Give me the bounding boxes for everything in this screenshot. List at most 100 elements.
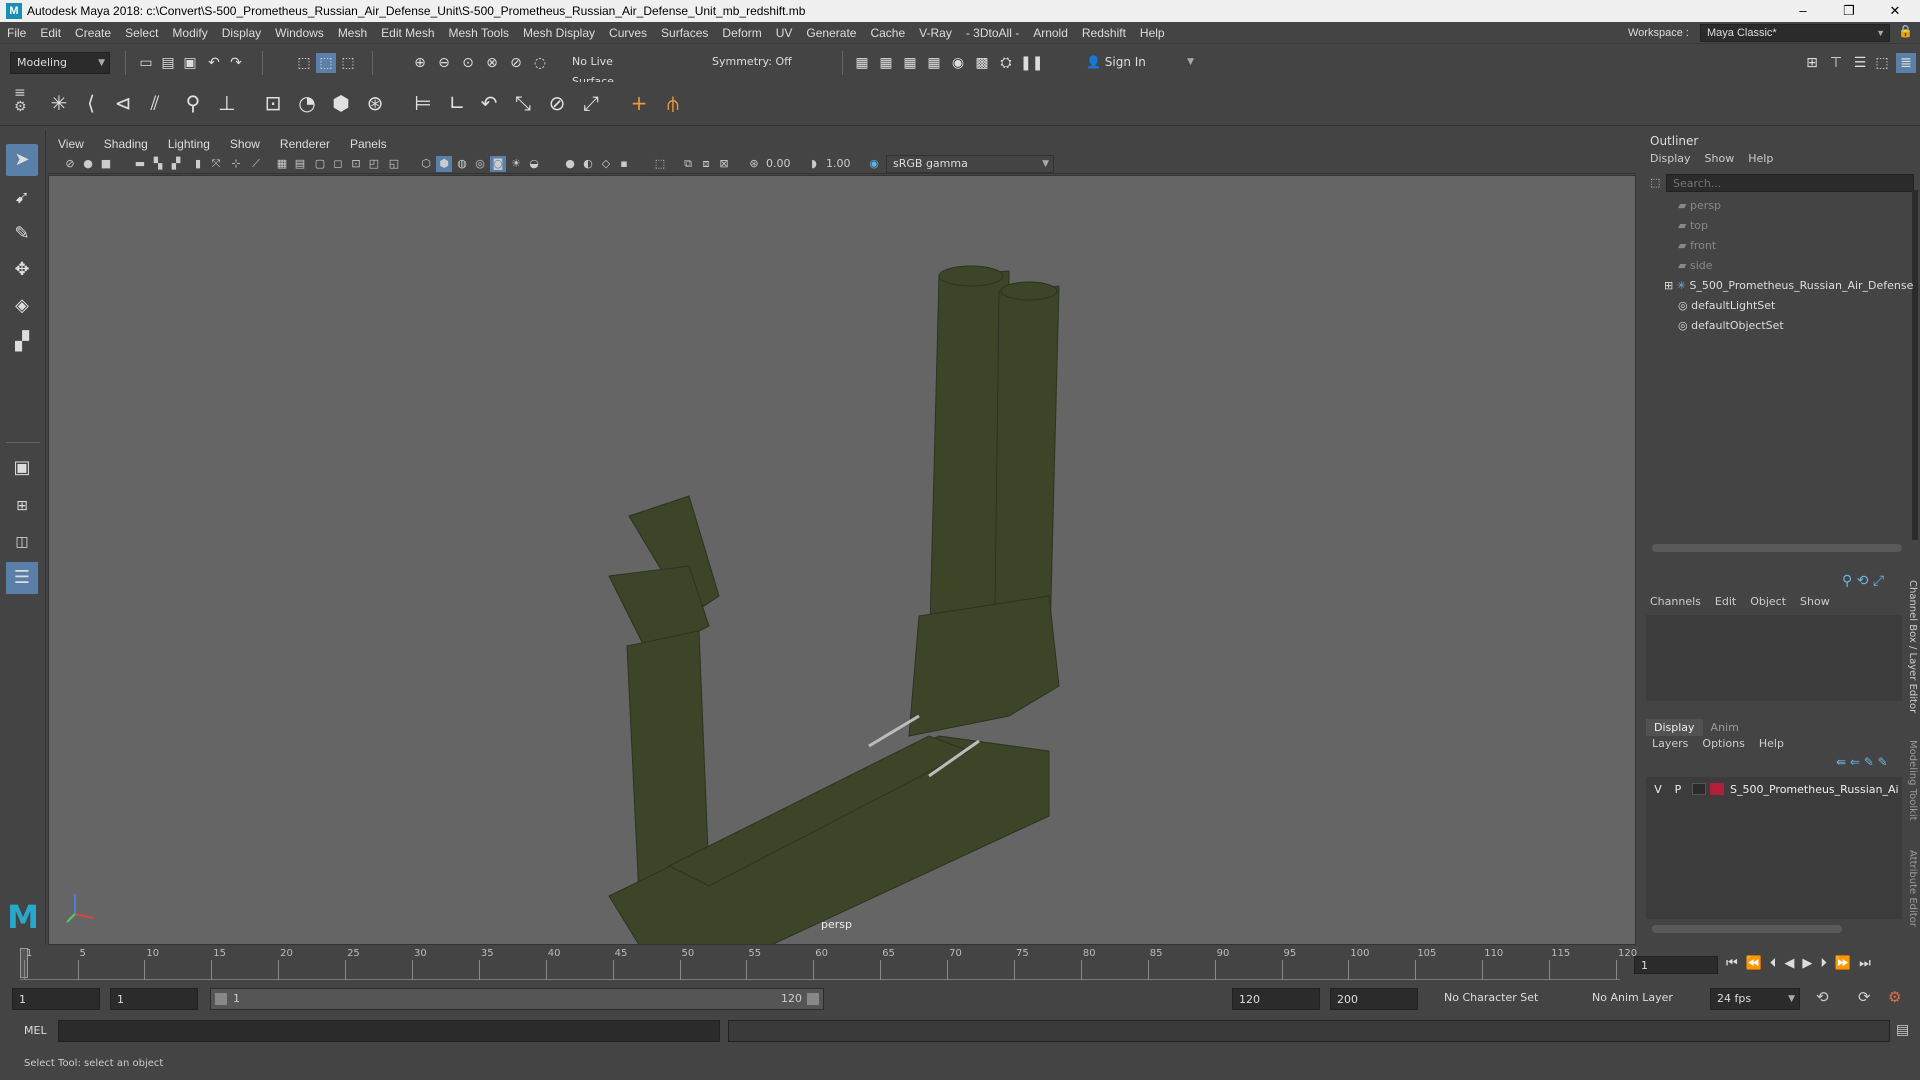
panel-menu-panels[interactable]: Panels <box>340 134 397 154</box>
menu-surfaces[interactable]: Surfaces <box>654 22 715 44</box>
step-forward-frame-icon[interactable]: ⏵ <box>1820 956 1827 971</box>
four-pane-icon[interactable]: ⊞ <box>6 490 38 522</box>
menu-deform[interactable]: Deform <box>715 22 768 44</box>
step-back-key-icon[interactable]: ⏪ <box>1746 956 1762 971</box>
outliner-item-side[interactable]: ▰ side <box>1678 256 1713 276</box>
paint-weights-icon[interactable]: ◔ <box>292 88 322 118</box>
channel-box-icon[interactable]: ≣ <box>1896 53 1916 73</box>
hik-icon[interactable]: ⊥ <box>212 88 242 118</box>
snap-pivot-icon[interactable]: ◌ <box>530 53 550 73</box>
camera-attributes-icon[interactable]: ● <box>80 156 96 172</box>
layer-hscrollbar[interactable] <box>1652 925 1842 933</box>
sign-in-dropdown[interactable]: 👤 Sign In ▼ <box>1080 52 1198 74</box>
filter-icon[interactable]: ⬚ <box>1650 176 1660 189</box>
command-input[interactable] <box>58 1020 720 1042</box>
range-end-handle[interactable] <box>807 993 819 1005</box>
snap-point-icon[interactable]: ⊙ <box>458 53 478 73</box>
go-to-start-icon[interactable]: ⏮ <box>1726 956 1738 971</box>
outliner-scrollbar[interactable] <box>1912 190 1918 540</box>
save-scene-icon[interactable]: ▣ <box>180 53 200 73</box>
menu-mesh[interactable]: Mesh <box>331 22 374 44</box>
remove-attr-icon[interactable]: ⫛ <box>658 88 688 118</box>
gate-mask-icon[interactable]: ⟋ <box>248 156 264 172</box>
constraint-point-icon[interactable]: ∟ <box>442 88 472 118</box>
range-start-handle[interactable] <box>215 993 227 1005</box>
character-set-dropdown[interactable]: No Character Set <box>1438 988 1578 1010</box>
gamma-field[interactable]: 1.00 <box>826 157 862 170</box>
render-settings-icon[interactable]: ▦ <box>924 53 944 73</box>
skeleton-icon[interactable]: ⚲ <box>178 88 208 118</box>
minimize-button[interactable]: – <box>1780 0 1826 22</box>
wireframe-icon[interactable]: ▦ <box>274 156 290 172</box>
paint-select-icon[interactable]: ✎ <box>6 218 38 250</box>
symmetry-dropdown[interactable]: Symmetry: Off <box>706 52 806 74</box>
menu-curves[interactable]: Curves <box>602 22 654 44</box>
outliner-item-top[interactable]: ▰ top <box>1678 216 1708 236</box>
outliner-item-defaultlightset[interactable]: ◎ defaultLightSet <box>1678 296 1775 316</box>
color-management-icon[interactable]: ◉ <box>866 156 882 172</box>
step-forward-key-icon[interactable]: ⏩ <box>1835 956 1851 971</box>
scale-tool-icon[interactable]: ▞ <box>6 326 38 358</box>
constraint-pole-icon[interactable]: ⤢ <box>576 88 606 118</box>
current-frame-field[interactable] <box>1634 956 1718 974</box>
expand-icon[interactable]: ⊞ <box>1664 279 1677 292</box>
exposure-field[interactable]: 0.00 <box>766 157 802 170</box>
outliner-menu-show[interactable]: Show <box>1705 152 1735 165</box>
snap-view-icon[interactable]: ⊗ <box>482 53 502 73</box>
color-space-dropdown[interactable]: sRGB gamma ▼ <box>886 155 1054 173</box>
shelf-menu-icon[interactable]: ≡ ⚙ <box>14 86 27 114</box>
panel-menu-shading[interactable]: Shading <box>94 134 158 154</box>
isolate-select-icon[interactable]: ◇ <box>598 156 614 172</box>
bookmark-icon[interactable]: ■ <box>98 156 114 172</box>
menu-vray[interactable]: V-Ray <box>912 22 959 44</box>
menu-3dtoall[interactable]: - 3DtoAll - <box>959 22 1026 44</box>
menuset-dropdown[interactable]: Modeling ▼ <box>10 52 110 74</box>
snap-curve-icon[interactable]: ⊖ <box>434 53 454 73</box>
menu-display[interactable]: Display <box>215 22 268 44</box>
lattice-icon[interactable]: ⬢ <box>326 88 356 118</box>
render-setup-icon[interactable]: ⛭ <box>996 53 1016 73</box>
depth-of-field-icon[interactable]: ◐ <box>580 156 596 172</box>
menu-cache[interactable]: Cache <box>863 22 912 44</box>
joint-icon[interactable]: ⊲ <box>108 88 138 118</box>
animation-start-field[interactable] <box>12 988 100 1010</box>
menu-file[interactable]: File <box>0 22 33 44</box>
bind-skin-icon[interactable]: ⊡ <box>258 88 288 118</box>
open-scene-icon[interactable]: ▤ <box>158 53 178 73</box>
grid-toggle-icon[interactable]: ▮ <box>190 156 206 172</box>
layer-color-swatch[interactable] <box>1710 783 1724 795</box>
menu-edit[interactable]: Edit <box>33 22 68 44</box>
snap-surface-icon[interactable]: ⊘ <box>506 53 526 73</box>
channels-menu-channels[interactable]: Channels <box>1650 595 1701 608</box>
menu-mesh-display[interactable]: Mesh Display <box>516 22 602 44</box>
xray-components-icon[interactable]: ⧉ <box>680 156 696 172</box>
smooth-shade-icon[interactable]: ▤ <box>292 156 308 172</box>
xray-joints-icon[interactable]: ⬚ <box>652 156 668 172</box>
animation-end-field[interactable] <box>1330 988 1418 1010</box>
undo-icon[interactable]: ↶ <box>204 53 224 73</box>
channels-menu-edit[interactable]: Edit <box>1715 595 1736 608</box>
safe-title-icon[interactable]: ◰ <box>366 156 382 172</box>
film-gate-icon[interactable]: ⤧ <box>208 156 224 172</box>
constraint-parent-icon[interactable]: ⊨ <box>408 88 438 118</box>
panel-menu-renderer[interactable]: Renderer <box>270 134 340 154</box>
outliner-layout-icon[interactable]: ☰ <box>6 562 38 594</box>
select-component-icon[interactable]: ⬚ <box>338 53 358 73</box>
select-object-icon[interactable]: ⬚ <box>316 53 336 73</box>
menu-generate[interactable]: Generate <box>799 22 863 44</box>
exposure-icon[interactable]: ⊛ <box>746 156 762 172</box>
outliner-item-s500-group[interactable]: ⊞ ✳ S_500_Prometheus_Russian_Air_Defense <box>1664 276 1913 296</box>
layers-menu-options[interactable]: Options <box>1702 737 1744 750</box>
shadows-icon[interactable]: ◙ <box>490 156 506 172</box>
backface-culling-icon[interactable]: ⧈ <box>698 156 714 172</box>
select-tool-icon[interactable]: ➤ <box>6 144 38 176</box>
resolution-gate-icon[interactable]: ⊹ <box>228 156 244 172</box>
outliner-item-persp[interactable]: ▰ persp <box>1678 196 1721 216</box>
field-chart-icon[interactable]: ⊡ <box>348 156 364 172</box>
menu-help[interactable]: Help <box>1133 22 1172 44</box>
2d-pan-zoom-icon[interactable]: ▚ <box>150 156 166 172</box>
lock-icon[interactable]: 🔒 <box>1898 24 1913 38</box>
antialiasing-icon[interactable]: ● <box>562 156 578 172</box>
menu-windows[interactable]: Windows <box>268 22 331 44</box>
live-surface-field[interactable]: No Live Surface <box>566 52 658 88</box>
